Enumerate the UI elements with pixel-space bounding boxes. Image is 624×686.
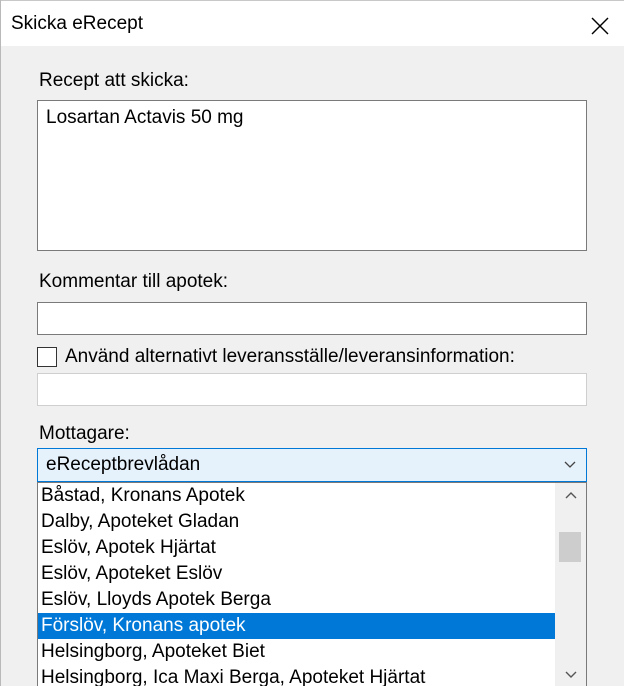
scroll-down-button[interactable]: [555, 661, 586, 686]
list-item[interactable]: Helsingborg, Ica Maxi Berga, Apoteket Hj…: [38, 665, 555, 686]
chevron-down-icon: [564, 461, 576, 468]
title-bar: Skicka eRecept: [1, 0, 624, 46]
recipient-dropdown[interactable]: eReceptbrevlådan: [37, 448, 587, 482]
close-button[interactable]: [578, 9, 622, 43]
list-item[interactable]: Eslöv, Apoteket Eslöv: [38, 561, 555, 587]
recipient-options-list[interactable]: Båstad, Kronans Apotek Dalby, Apoteket G…: [37, 482, 587, 686]
list-item[interactable]: Eslöv, Apotek Hjärtat: [38, 535, 555, 561]
chevron-up-icon: [565, 492, 576, 499]
recipient-selected-value: eReceptbrevlådan: [46, 454, 201, 475]
comment-input[interactable]: [37, 302, 587, 335]
recipient-options: Båstad, Kronans Apotek Dalby, Apoteket G…: [38, 483, 555, 686]
chevron-down-icon: [565, 671, 576, 678]
list-scrollbar[interactable]: [555, 483, 586, 686]
close-icon: [591, 17, 609, 35]
prescriptions-label: Recept att skicka:: [39, 70, 189, 91]
prescriptions-textarea[interactable]: Losartan Actavis 50 mg: [37, 100, 587, 251]
list-item[interactable]: Eslöv, Lloyds Apotek Berga: [38, 587, 555, 613]
alternative-delivery-input: [37, 373, 587, 406]
scroll-thumb[interactable]: [559, 532, 581, 562]
recipient-label: Mottagare:: [39, 423, 130, 444]
prescriptions-value: Losartan Actavis 50 mg: [46, 107, 244, 128]
send-erecept-dialog: Skicka eRecept Recept att skicka: Losart…: [0, 0, 624, 686]
scroll-up-button[interactable]: [555, 483, 586, 509]
comment-label: Kommentar till apotek:: [39, 271, 229, 292]
alternative-delivery-label[interactable]: Använd alternativt leveransställe/levera…: [65, 346, 515, 368]
list-item[interactable]: Båstad, Kronans Apotek: [38, 483, 555, 509]
list-item[interactable]: Helsingborg, Apoteket Biet: [38, 639, 555, 665]
list-item[interactable]: Dalby, Apoteket Gladan: [38, 509, 555, 535]
alternative-delivery-checkbox[interactable]: [37, 347, 57, 367]
list-item[interactable]: Förslöv, Kronans apotek: [38, 613, 555, 639]
dialog-title: Skicka eRecept: [11, 13, 144, 34]
